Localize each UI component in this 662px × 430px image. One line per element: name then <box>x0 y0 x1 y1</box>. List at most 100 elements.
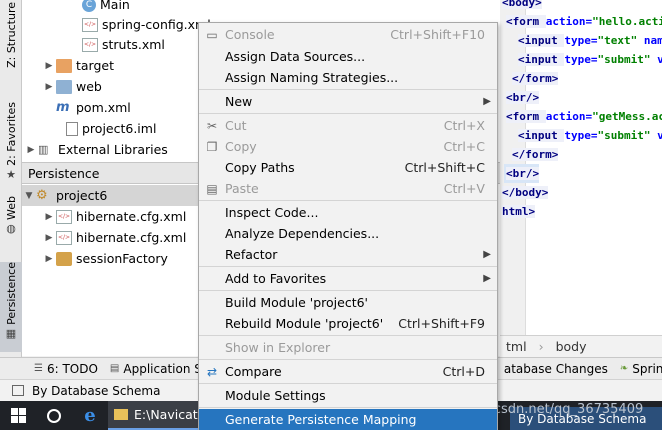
todo-tab[interactable]: ☰ 6: TODO <box>28 362 104 376</box>
breadcrumb-separator: › <box>538 338 544 354</box>
tree-item-main[interactable]: C Main <box>82 0 130 15</box>
chevron-right-icon[interactable]: ▶ <box>42 212 56 222</box>
tree-item-spring-config[interactable]: spring-config.xml <box>82 14 211 35</box>
module-file-icon <box>66 121 78 136</box>
code-val: "getMess.actio <box>592 110 662 123</box>
submenu-arrow-icon: ▶ <box>483 249 491 260</box>
chevron-right-icon[interactable]: ▶ <box>42 61 56 71</box>
favorites-tab[interactable]: 2: Favorites ★ <box>0 102 22 188</box>
menu-item-assign-data-sources[interactable]: Assign Data Sources... <box>199 46 497 67</box>
code-val: "text" <box>597 34 638 47</box>
tree-item-target[interactable]: ▶ target <box>42 55 114 76</box>
explorer-task[interactable]: E:\Navicat <box>108 401 204 430</box>
session-factory-icon <box>56 251 72 266</box>
left-tool-strip: Z: Structure 2: Favorites ★ Web ◍ Persis… <box>0 0 22 357</box>
menu-item-add-to-favorites[interactable]: Add to Favorites ▶ <box>199 268 497 289</box>
application-tab-label: Application S <box>123 361 202 376</box>
submenu-arrow-icon: ▶ <box>483 96 491 107</box>
tree-item-external-libraries[interactable]: ▶ ▥ External Libraries <box>24 139 168 160</box>
code-tag: <br/> <box>506 167 540 180</box>
menu-item-paste[interactable]: ▤ Paste Ctrl+V <box>199 178 497 199</box>
code-attr2: valu <box>657 129 662 142</box>
code-tag: <input <box>518 129 565 142</box>
application-servers-tab[interactable]: ▤ Application S <box>104 362 208 376</box>
menu-item-new[interactable]: New ▶ <box>199 91 497 112</box>
breadcrumb-body[interactable]: body <box>550 339 593 354</box>
persistence-item-label: project6 <box>56 188 108 203</box>
spring-tab-label: Spring <box>632 361 662 376</box>
copy-icon: ❐ <box>206 139 218 154</box>
chevron-right-icon[interactable]: ▶ <box>42 254 56 264</box>
chevron-down-icon[interactable]: ▼ <box>22 191 36 201</box>
menu-item-show-in-explorer[interactable]: Show in Explorer <box>199 337 497 358</box>
code-line: <body> <box>500 0 542 12</box>
library-icon: ▥ <box>38 142 49 156</box>
folder-icon <box>114 409 128 420</box>
tree-item-pom[interactable]: m pom.xml <box>56 97 131 118</box>
menu-separator <box>199 383 497 384</box>
menu-item-copy[interactable]: ❐ Copy Ctrl+C <box>199 136 497 157</box>
persistence-tab-label: Persistence <box>4 262 18 325</box>
edge-browser-icon: e <box>84 405 96 426</box>
menu-item-label: Generate Persistence Mapping <box>225 412 417 427</box>
persistence-item-hibernate-2[interactable]: ▶ hibernate.cfg.xml <box>42 227 187 248</box>
menu-item-inspect-code[interactable]: Inspect Code... <box>199 202 497 223</box>
tree-item-label: struts.xml <box>102 37 165 52</box>
menu-item-generate-persistence-mapping[interactable]: Generate Persistence Mapping <box>199 409 497 430</box>
tree-item-label: target <box>76 58 115 73</box>
menu-item-shortcut: Ctrl+C <box>443 139 485 154</box>
menu-item-analyze-dependencies[interactable]: Analyze Dependencies... <box>199 223 497 244</box>
persistence-tab[interactable]: Persistence ▦ <box>0 262 22 352</box>
tree-item-web[interactable]: ▶ web <box>42 76 102 97</box>
chevron-right-icon[interactable]: ▶ <box>24 145 38 155</box>
persistence-item-project[interactable]: ▼ ⚙ project6 <box>22 185 198 206</box>
menu-item-label: Analyze Dependencies... <box>225 226 380 241</box>
submenu-arrow-icon: ▶ <box>483 273 491 284</box>
code-tag: </form> <box>512 148 559 161</box>
code-tag: <input <box>518 34 565 47</box>
server-icon: ▤ <box>109 363 120 374</box>
menu-item-compare[interactable]: ⇄ Compare Ctrl+D <box>199 361 497 382</box>
chevron-right-icon[interactable]: ▶ <box>42 82 56 92</box>
code-attr: type= <box>564 129 598 142</box>
search-button[interactable] <box>36 401 72 430</box>
structure-tab[interactable]: Z: Structure <box>0 2 22 96</box>
code-tag: <form <box>506 110 546 123</box>
code-val: "submit" <box>597 53 651 66</box>
menu-item-console[interactable]: ▭ Console Ctrl+Shift+F10 <box>199 24 497 45</box>
menu-separator <box>199 290 497 291</box>
persistence-item-hibernate-1[interactable]: ▶ hibernate.cfg.xml <box>42 206 187 227</box>
breadcrumb-html[interactable]: tml <box>500 339 533 354</box>
todo-tab-label: 6: TODO <box>46 361 98 376</box>
menu-item-copy-paths[interactable]: Copy Paths Ctrl+Shift+C <box>199 157 497 178</box>
code-line: <br/> <box>504 164 540 183</box>
menu-item-shortcut: Ctrl+Shift+F9 <box>398 316 485 331</box>
menu-item-shortcut: Ctrl+V <box>443 181 485 196</box>
menu-item-build-module-project6[interactable]: Build Module 'project6' <box>199 292 497 313</box>
menu-separator <box>199 200 497 201</box>
code-tag: html> <box>502 205 536 218</box>
chevron-right-icon[interactable]: ▶ <box>42 233 56 243</box>
window-icon <box>12 385 24 396</box>
menu-item-cut[interactable]: ✂ Cut Ctrl+X <box>199 115 497 136</box>
code-val: "submit" <box>597 129 651 142</box>
start-button[interactable] <box>0 401 36 430</box>
menu-item-module-settings[interactable]: Module Settings <box>199 385 497 406</box>
tree-item-struts[interactable]: struts.xml <box>82 34 165 55</box>
menu-item-label: Refactor <box>225 247 278 262</box>
web-tab[interactable]: Web ◍ <box>0 196 22 252</box>
menu-item-label: Build Module 'project6' <box>225 295 368 310</box>
tree-item-iml[interactable]: project6.iml <box>66 118 156 139</box>
code-tag: </form> <box>512 72 559 85</box>
menu-item-rebuild-module-project6[interactable]: Rebuild Module 'project6' Ctrl+Shift+F9 <box>199 313 497 334</box>
edge-button[interactable]: e <box>72 401 108 430</box>
code-editor[interactable]: 13 <body><form action="hello.action"<inp… <box>500 0 662 335</box>
spring-tab[interactable]: ❧ Spring <box>614 362 662 376</box>
menu-item-refactor[interactable]: Refactor ▶ <box>199 244 497 265</box>
xml-file-icon <box>82 17 98 32</box>
code-val: "hello.action" <box>592 15 662 28</box>
persistence-item-session-factory[interactable]: ▶ sessionFactory <box>42 248 168 269</box>
menu-item-assign-naming-strategies[interactable]: Assign Naming Strategies... <box>199 67 497 88</box>
menu-item-label: Show in Explorer <box>225 340 331 355</box>
database-changes-tab[interactable]: atabase Changes <box>498 362 614 376</box>
